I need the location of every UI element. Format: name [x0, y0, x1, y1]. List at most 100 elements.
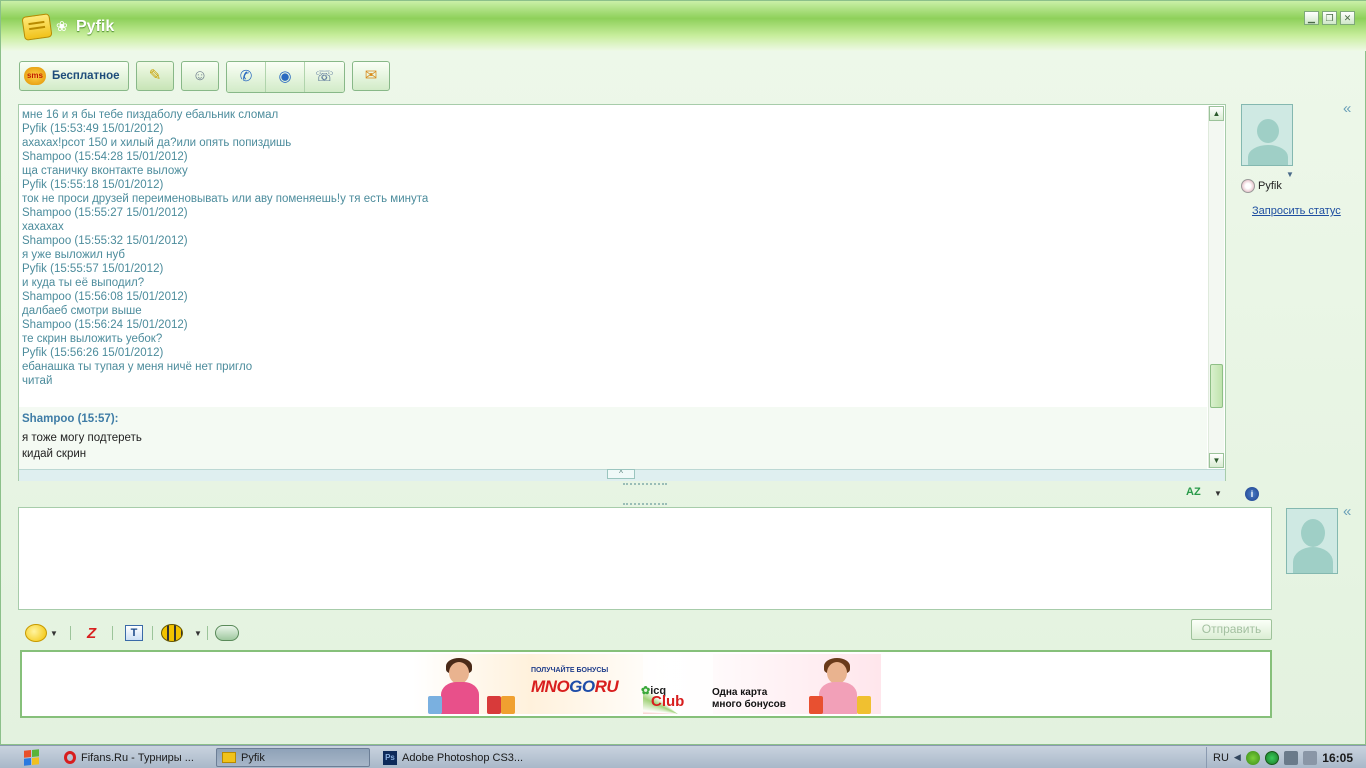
message-history[interactable]: мне 16 и я бы тебе пиздаболу ебальник сл…	[18, 104, 1226, 481]
scroll-down-icon[interactable]: ▼	[1209, 453, 1224, 468]
history-line: Pyfik (15:55:57 15/01/2012)	[22, 263, 164, 275]
history-line: Shampoo (15:56:24 15/01/2012)	[22, 319, 188, 331]
taskbar-item-pyfik[interactable]: Pyfik	[216, 748, 370, 767]
notes-button[interactable]: ✎	[136, 61, 174, 91]
last-message-line: я тоже могу подтереть	[22, 432, 142, 444]
history-line: Pyfik (15:53:49 15/01/2012)	[22, 123, 164, 135]
toolbar-separator	[112, 626, 113, 640]
windows-logo-icon	[23, 749, 39, 766]
history-line: далбаеб смотри выше	[22, 305, 142, 317]
notes-icon: ✎	[148, 67, 162, 84]
window-controls: ▁ ❐ ✕	[1304, 11, 1355, 25]
fax-icon: ☏	[315, 68, 334, 85]
phone-icon: ✆	[239, 68, 253, 85]
call-button-group: ✆ ◉ ☏	[226, 61, 345, 93]
zoom-icon: Z	[87, 624, 97, 642]
start-button[interactable]	[6, 748, 56, 767]
games-button[interactable]	[215, 623, 239, 643]
collapse-history-icon[interactable]: ^	[607, 469, 635, 479]
zoom-button[interactable]: Z	[87, 623, 96, 643]
taskbar-item-photoshop[interactable]: Ps Adobe Photoshop CS3...	[378, 748, 532, 767]
chat-toolbar: sms Бесплатное ✎ ☺ ✆ ◉ ☏ ✉	[19, 61, 390, 93]
system-tray: RU ◀ 16:05	[1206, 747, 1366, 768]
last-message-line: кидай скрин	[22, 448, 87, 460]
emoticons-dropdown-icon[interactable]: ▼	[50, 629, 58, 638]
emoticons-button[interactable]: ▼	[25, 623, 58, 643]
request-status-link[interactable]: Запросить статус	[1252, 205, 1341, 217]
history-line: мне 16 и я бы тебе пиздаболу ебальник сл…	[22, 109, 279, 121]
agent-tray-icon[interactable]	[1264, 750, 1279, 765]
history-footer: ^	[19, 469, 1225, 481]
ad-area: ПОЛУЧАЙТЕ БОНУСЫ MNOGORU ✿icq Club Одна …	[20, 650, 1272, 718]
history-line: Pyfik (15:55:18 15/01/2012)	[22, 179, 164, 191]
animations-button[interactable]: ▼	[161, 623, 202, 643]
scroll-up-icon[interactable]: ▲	[1209, 106, 1224, 121]
history-line: Shampoo (15:54:28 15/01/2012)	[22, 151, 188, 163]
restore-icon[interactable]: ❐	[1322, 11, 1337, 25]
history-line: Shampoo (15:55:27 15/01/2012)	[22, 207, 188, 219]
history-line: читай	[22, 375, 53, 387]
spellcheck-icon[interactable]: AZ	[1186, 486, 1201, 498]
toolbar-separator	[70, 626, 71, 640]
contact-info-button[interactable]: ☺	[181, 61, 219, 91]
last-message-header: Shampoo (15:57):	[22, 413, 119, 425]
own-avatar[interactable]	[1286, 508, 1338, 574]
history-line: ток не проси друзей переименовывать или …	[22, 193, 429, 205]
history-line: и куда ты её выподил?	[22, 277, 145, 289]
ad-slogan: Одна карта много бонусов	[712, 687, 786, 710]
sms-label: Бесплатное	[52, 70, 120, 82]
clock: 16:05	[1322, 750, 1353, 765]
phone-button[interactable]: ✆	[227, 62, 266, 92]
history-scrollbar[interactable]: ▲ ▼	[1208, 106, 1224, 468]
fax-button[interactable]: ☏	[305, 62, 344, 92]
message-input[interactable]	[18, 507, 1272, 610]
animations-dropdown-icon[interactable]: ▼	[194, 629, 202, 638]
contact-avatar[interactable]	[1241, 104, 1293, 166]
taskbar-item-opera[interactable]: Fifans.Ru - Турниры ...	[59, 748, 209, 767]
minimize-icon[interactable]: ▁	[1304, 11, 1319, 25]
icq-tray-icon[interactable]	[1245, 750, 1260, 765]
history-line: ахахах!рсот 150 и хилый да?или опять поп…	[22, 137, 292, 149]
history-line: Shampoo (15:56:08 15/01/2012)	[22, 291, 188, 303]
language-indicator[interactable]: RU	[1213, 752, 1229, 764]
text-format-icon: T	[125, 625, 143, 641]
contact-info-icon: ☺	[192, 67, 208, 84]
text-format-button[interactable]: T	[125, 623, 143, 643]
file-transfer-icon: ✉	[364, 67, 378, 84]
ad-banner[interactable]: ПОЛУЧАЙТЕ БОНУСЫ MNOGORU ✿icq Club Одна …	[413, 654, 881, 714]
contact-name: Pyfik	[1258, 180, 1282, 192]
collapse-panel-icon[interactable]: «	[1343, 100, 1351, 117]
title-bar[interactable]: ❀ Pyfik ▁ ❐ ✕	[1, 1, 1366, 51]
club-text: Club	[651, 693, 685, 710]
network-tray-icon[interactable]	[1283, 750, 1298, 765]
woman-image	[435, 658, 485, 714]
icq-icon	[222, 752, 236, 763]
splitter-handle[interactable]	[623, 483, 667, 485]
last-message: Shampoo (15:57): я тоже могу подтереть к…	[19, 407, 1207, 471]
taskbar: Fifans.Ru - Турниры ... Pyfik Ps Adobe P…	[0, 745, 1366, 768]
info-icon[interactable]: i	[1245, 487, 1259, 501]
chat-window: ❀ Pyfik ▁ ❐ ✕ sms Бесплатное ✎ ☺ ✆ ◉ ☏ ✉…	[0, 0, 1366, 745]
mnogo-logo: MNOGORU	[531, 677, 619, 696]
avatar-dropdown-icon[interactable]: ▼	[1286, 170, 1294, 179]
collapse-own-panel-icon[interactable]: «	[1343, 503, 1351, 520]
status-flower-icon	[1241, 179, 1255, 193]
send-button[interactable]: Отправить	[1191, 619, 1272, 640]
file-transfer-button[interactable]: ✉	[352, 61, 390, 91]
toolbar-separator	[152, 626, 153, 640]
history-line: Shampoo (15:55:32 15/01/2012)	[22, 235, 188, 247]
tray-expand-icon[interactable]: ◀	[1234, 752, 1241, 763]
icq-notes-icon	[21, 13, 53, 41]
gamepad-icon	[215, 625, 239, 641]
contact-name-row: Pyfik	[1241, 179, 1282, 193]
splitter-handle[interactable]	[623, 503, 667, 505]
sms-button[interactable]: sms Бесплатное	[19, 61, 129, 91]
scroll-thumb[interactable]	[1210, 364, 1223, 408]
spellcheck-dropdown-icon[interactable]: ▼	[1214, 489, 1222, 498]
history-lines: мне 16 и я бы тебе пиздаболу ебальник сл…	[22, 105, 1207, 405]
toolbar-separator	[207, 626, 208, 640]
video-call-button[interactable]: ◉	[266, 62, 305, 92]
sms-icon: sms	[24, 67, 46, 85]
close-icon[interactable]: ✕	[1340, 11, 1355, 25]
volume-tray-icon[interactable]	[1302, 750, 1317, 765]
